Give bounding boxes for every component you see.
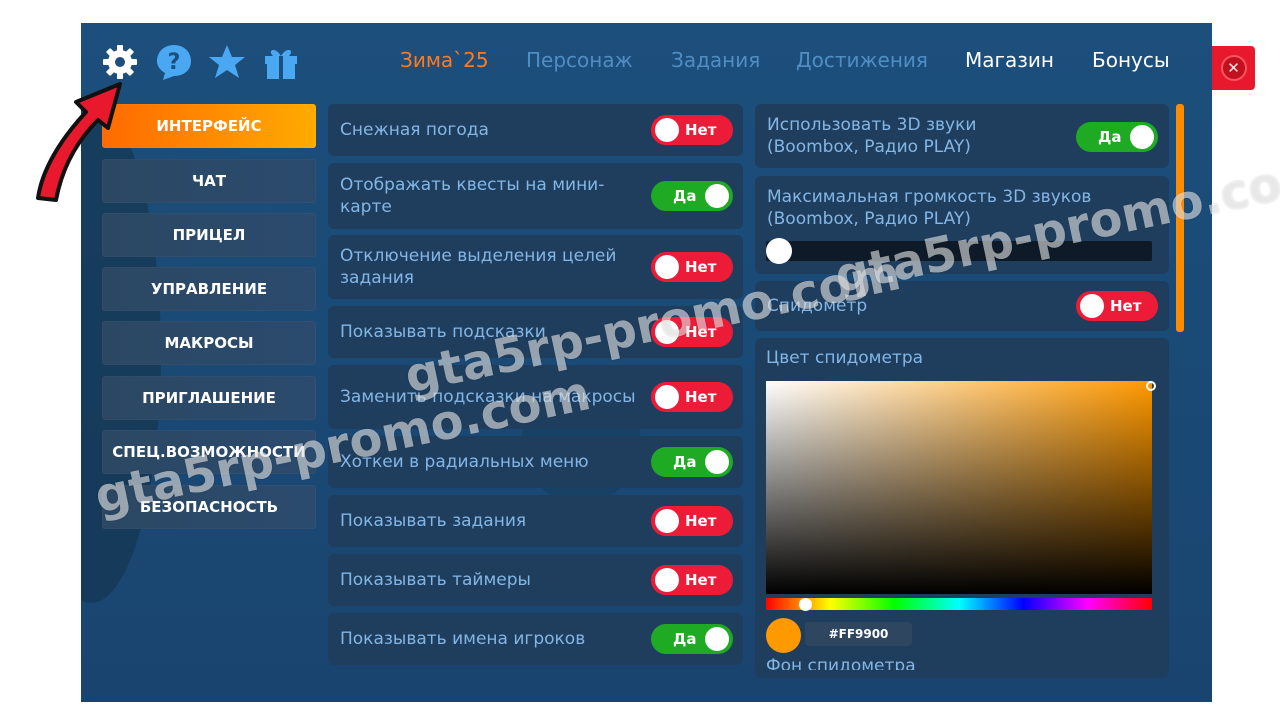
setting-label: Заменить подсказки на макросы bbox=[340, 387, 636, 407]
tab-character[interactable]: Персонаж bbox=[526, 48, 633, 78]
setting-label: Показывать таймеры bbox=[340, 570, 531, 590]
hue-slider-thumb[interactable] bbox=[799, 598, 812, 611]
tab-achievements[interactable]: Достижения bbox=[796, 48, 928, 78]
setting-label: Отключение выделения целей задания bbox=[340, 246, 617, 288]
toggle-state: Нет bbox=[685, 388, 717, 406]
toggle-3d-sound[interactable]: Да bbox=[1076, 122, 1158, 152]
sidebar-item-invitation[interactable]: ПРИГЛАШЕНИЕ bbox=[102, 376, 316, 420]
setting-label: Спидометр bbox=[767, 296, 868, 316]
tab-tasks[interactable]: Задания bbox=[671, 48, 760, 78]
toggle-show-timers[interactable]: Нет bbox=[651, 565, 733, 595]
color-picker-area[interactable] bbox=[766, 381, 1152, 594]
gift-icon[interactable] bbox=[261, 42, 301, 82]
star-icon[interactable] bbox=[207, 42, 247, 82]
toggle-knob bbox=[655, 255, 679, 279]
toggle-radial-hotkeys[interactable]: Да bbox=[651, 447, 733, 477]
sidebar-item-macros[interactable]: МАКРОСЫ bbox=[102, 321, 316, 365]
setting-label: Использовать 3D звуки (Boombox, Радио PL… bbox=[767, 115, 977, 157]
close-button[interactable]: ✕ bbox=[1212, 46, 1255, 90]
setting-label: Показывать задания bbox=[340, 511, 527, 531]
toggle-knob bbox=[655, 118, 679, 142]
toggle-knob bbox=[705, 627, 729, 651]
setting-row-speedometer: Спидометр Нет bbox=[755, 281, 1169, 331]
sidebar-item-chat[interactable]: ЧАТ bbox=[102, 159, 316, 203]
toggle-state: Да bbox=[1098, 128, 1122, 146]
toggle-state: Нет bbox=[685, 323, 717, 341]
toggle-knob bbox=[655, 568, 679, 592]
toggle-state: Нет bbox=[1110, 297, 1142, 315]
toggle-state: Да bbox=[673, 630, 697, 648]
color-picker-handle[interactable] bbox=[1146, 381, 1156, 391]
toggle-knob bbox=[655, 509, 679, 533]
toggle-show-tasks[interactable]: Нет bbox=[651, 506, 733, 536]
toggle-knob bbox=[705, 184, 729, 208]
toggle-state: Нет bbox=[685, 512, 717, 530]
toggle-target-highlight[interactable]: Нет bbox=[651, 252, 733, 282]
toggle-knob bbox=[1080, 294, 1104, 318]
toggle-hints[interactable]: Нет bbox=[651, 317, 733, 347]
hue-slider[interactable] bbox=[766, 598, 1152, 610]
toggle-state: Нет bbox=[685, 258, 717, 276]
setting-row-player-names: Показывать имена игроков Да bbox=[328, 613, 743, 665]
setting-label: Хоткеи в радиальных меню bbox=[340, 452, 589, 472]
toggle-hints-macros[interactable]: Нет bbox=[651, 382, 733, 412]
color-swatch bbox=[766, 618, 801, 653]
tab-shop[interactable]: Магазин bbox=[965, 48, 1054, 78]
sidebar-item-controls[interactable]: УПРАВЛЕНИЕ bbox=[102, 267, 316, 311]
setting-label: Снежная погода bbox=[340, 120, 489, 140]
tab-season[interactable]: Зима`25 bbox=[400, 48, 489, 78]
toggle-minimap-quests[interactable]: Да bbox=[651, 181, 733, 211]
setting-row-radial-hotkeys: Хоткеи в радиальных меню Да bbox=[328, 436, 743, 488]
setting-row-snow: Снежная погода Нет bbox=[328, 104, 743, 156]
speedometer-color-label: Цвет спидометра bbox=[766, 348, 924, 368]
toggle-knob bbox=[705, 450, 729, 474]
toggle-knob bbox=[655, 385, 679, 409]
tab-bonuses[interactable]: Бонусы bbox=[1092, 48, 1170, 78]
setting-row-3d-sound: Использовать 3D звуки (Boombox, Радио PL… bbox=[755, 104, 1169, 168]
toggle-state: Нет bbox=[685, 121, 717, 139]
toggle-player-names[interactable]: Да bbox=[651, 624, 733, 654]
speedometer-bg-label: Фон спидометра bbox=[766, 656, 916, 670]
sidebar-item-interface[interactable]: ИНТЕРФЕЙС bbox=[102, 104, 316, 148]
setting-label: Показывать подсказки bbox=[340, 322, 546, 342]
toggle-knob bbox=[1130, 125, 1154, 149]
help-icon[interactable]: ? bbox=[154, 42, 194, 82]
toggle-state: Да bbox=[673, 453, 697, 471]
setting-row-hints-macros: Заменить подсказки на макросы Нет bbox=[328, 365, 743, 429]
toggle-speedometer[interactable]: Нет bbox=[1076, 291, 1158, 321]
setting-label: Показывать имена игроков bbox=[340, 629, 586, 649]
volume-slider-track[interactable] bbox=[766, 241, 1152, 261]
setting-row-target-highlight: Отключение выделения целей задания Нет bbox=[328, 235, 743, 299]
close-icon: ✕ bbox=[1220, 55, 1247, 81]
sidebar-item-accessibility[interactable]: СПЕЦ.ВОЗМОЖНОСТИ bbox=[102, 430, 316, 474]
toggle-state: Да bbox=[673, 187, 697, 205]
svg-text:?: ? bbox=[168, 50, 181, 75]
setting-row-hints: Показывать подсказки Нет bbox=[328, 306, 743, 358]
toggle-state: Нет bbox=[685, 571, 717, 589]
arrow-annotation bbox=[36, 82, 122, 202]
setting-label: Максимальная громкость 3D звуков (Boombo… bbox=[767, 187, 1092, 229]
setting-row-show-tasks: Показывать задания Нет bbox=[328, 495, 743, 547]
sidebar-item-crosshair[interactable]: ПРИЦЕЛ bbox=[102, 213, 316, 257]
volume-slider-thumb[interactable] bbox=[766, 238, 792, 264]
setting-row-minimap-quests: Отображать квесты на мини-карте Да bbox=[328, 163, 743, 229]
sidebar-item-security[interactable]: БЕЗОПАСНОСТЬ bbox=[102, 485, 316, 529]
setting-row-show-timers: Показывать таймеры Нет bbox=[328, 554, 743, 606]
toggle-knob bbox=[655, 320, 679, 344]
scrollbar[interactable] bbox=[1176, 104, 1184, 332]
toggle-snow[interactable]: Нет bbox=[651, 115, 733, 145]
hex-input[interactable]: #FF9900 bbox=[805, 622, 912, 646]
setting-label: Отображать квесты на мини-карте bbox=[340, 175, 605, 217]
